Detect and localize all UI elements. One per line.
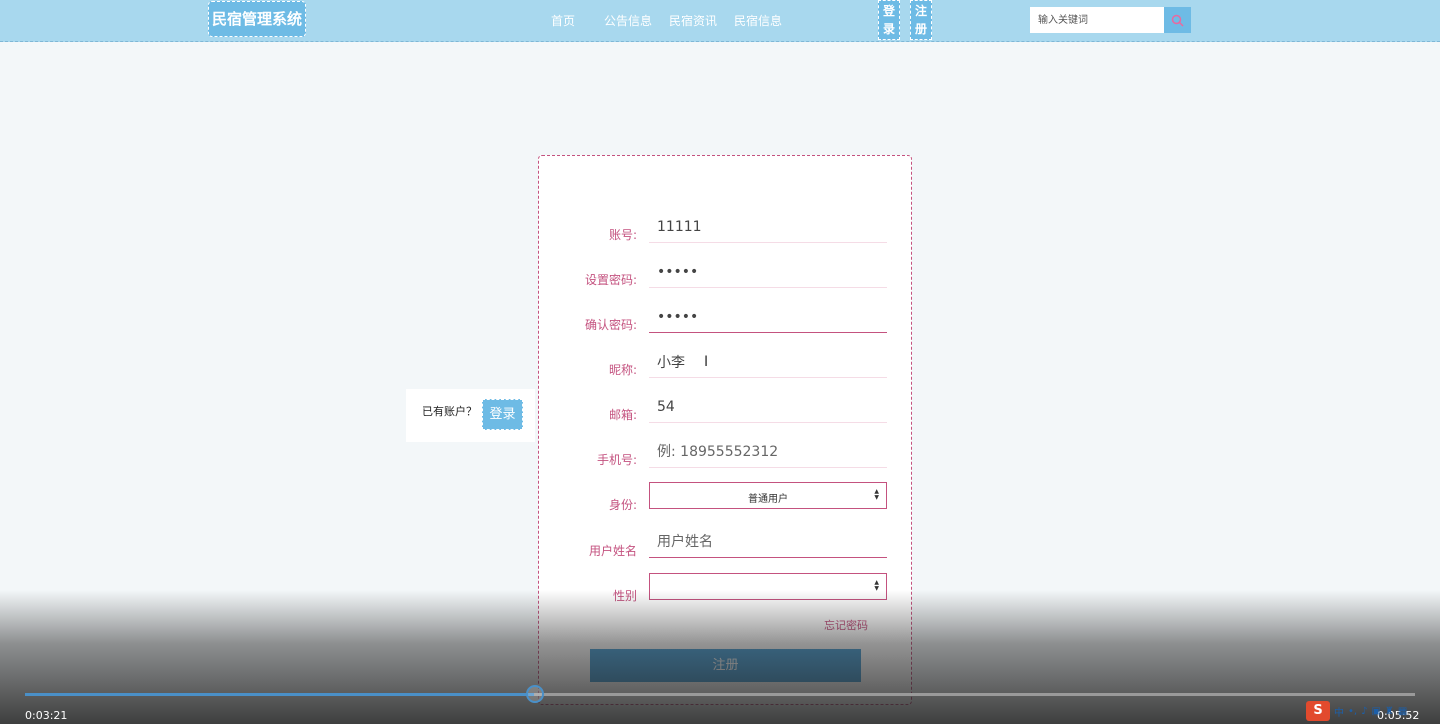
register-button-char-1: 注 [914,4,927,18]
keyboard-icon[interactable]: ▣ [1371,706,1380,717]
grid-icon[interactable]: ▦ [1398,706,1407,717]
nav-homestay-info[interactable]: 民宿信息 [734,12,782,29]
system-tray: S 中 •, ♪ ▣ ♜ ▦ [1306,700,1407,722]
identity-label: 身份: [608,498,637,512]
phone-field[interactable] [649,436,887,468]
shirt-icon[interactable]: ♜ [1385,706,1394,717]
password-field[interactable] [649,256,887,288]
nav-announcements[interactable]: 公告信息 [604,12,652,29]
realname-label: 用户姓名 [588,544,637,558]
select-arrows-icon: ▲ ▼ [874,579,879,592]
login-prompt-box: 已有账户？ 登录 [406,389,535,442]
login-button-char-2: 录 [882,22,895,36]
select-arrows-icon: ▲ ▼ [874,488,879,501]
side-login-button[interactable]: 登录 [482,399,523,430]
input-language-indicator[interactable]: 中 [1334,704,1344,719]
gender-select[interactable]: ▲ ▼ [649,573,887,600]
login-button[interactable]: 登 录 [878,0,900,40]
video-progress-bar[interactable] [25,693,1415,696]
confirm-password-label: 确认密码: [584,318,637,332]
nav-home[interactable]: 首页 [551,12,575,29]
register-button-char-2: 册 [914,22,927,36]
microphone-icon[interactable]: ♪ [1361,706,1367,717]
gender-label: 性别 [612,589,637,603]
account-label: 账号: [608,228,637,242]
nav-homestay-news[interactable]: 民宿资讯 [669,12,717,29]
register-submit-button[interactable]: 注册 [590,649,861,682]
identity-select[interactable]: 普通用户 ▲ ▼ [649,482,887,509]
realname-field[interactable] [649,526,887,558]
search-input[interactable] [1030,7,1164,33]
register-button[interactable]: 注 册 [910,0,932,40]
video-progress-fill [25,693,534,696]
search-button[interactable] [1164,7,1191,33]
register-form-card: 账号: 设置密码: 确认密码: 昵称: Ⅰ 邮箱: 手机号: 身份: 普通用户 … [538,155,912,705]
sogou-input-icon[interactable]: S [1306,701,1330,721]
email-label: 邮箱: [608,408,637,422]
login-prompt-text: 已有账户？ [422,405,477,418]
site-logo[interactable]: 民宿管理系统 [208,1,306,37]
account-field[interactable] [649,211,887,243]
confirm-password-field[interactable] [649,301,887,333]
login-button-char-1: 登 [882,4,895,18]
nickname-label: 昵称: [608,363,637,377]
punctuation-icon[interactable]: •, [1348,706,1357,717]
password-label: 设置密码: [584,273,637,287]
forgot-password-link[interactable]: 忘记密码 [824,617,868,633]
nickname-field[interactable] [649,346,887,378]
phone-label: 手机号: [596,453,637,467]
text-cursor-icon: Ⅰ [704,354,709,370]
email-field[interactable] [649,391,887,423]
video-progress-handle[interactable] [526,685,544,703]
search-icon [1171,14,1184,27]
top-navbar: 民宿管理系统 首页 公告信息 民宿资讯 民宿信息 登 录 注 册 [0,0,1440,42]
current-time: 0:03:21 [25,709,68,722]
identity-select-value: 普通用户 [748,494,788,505]
